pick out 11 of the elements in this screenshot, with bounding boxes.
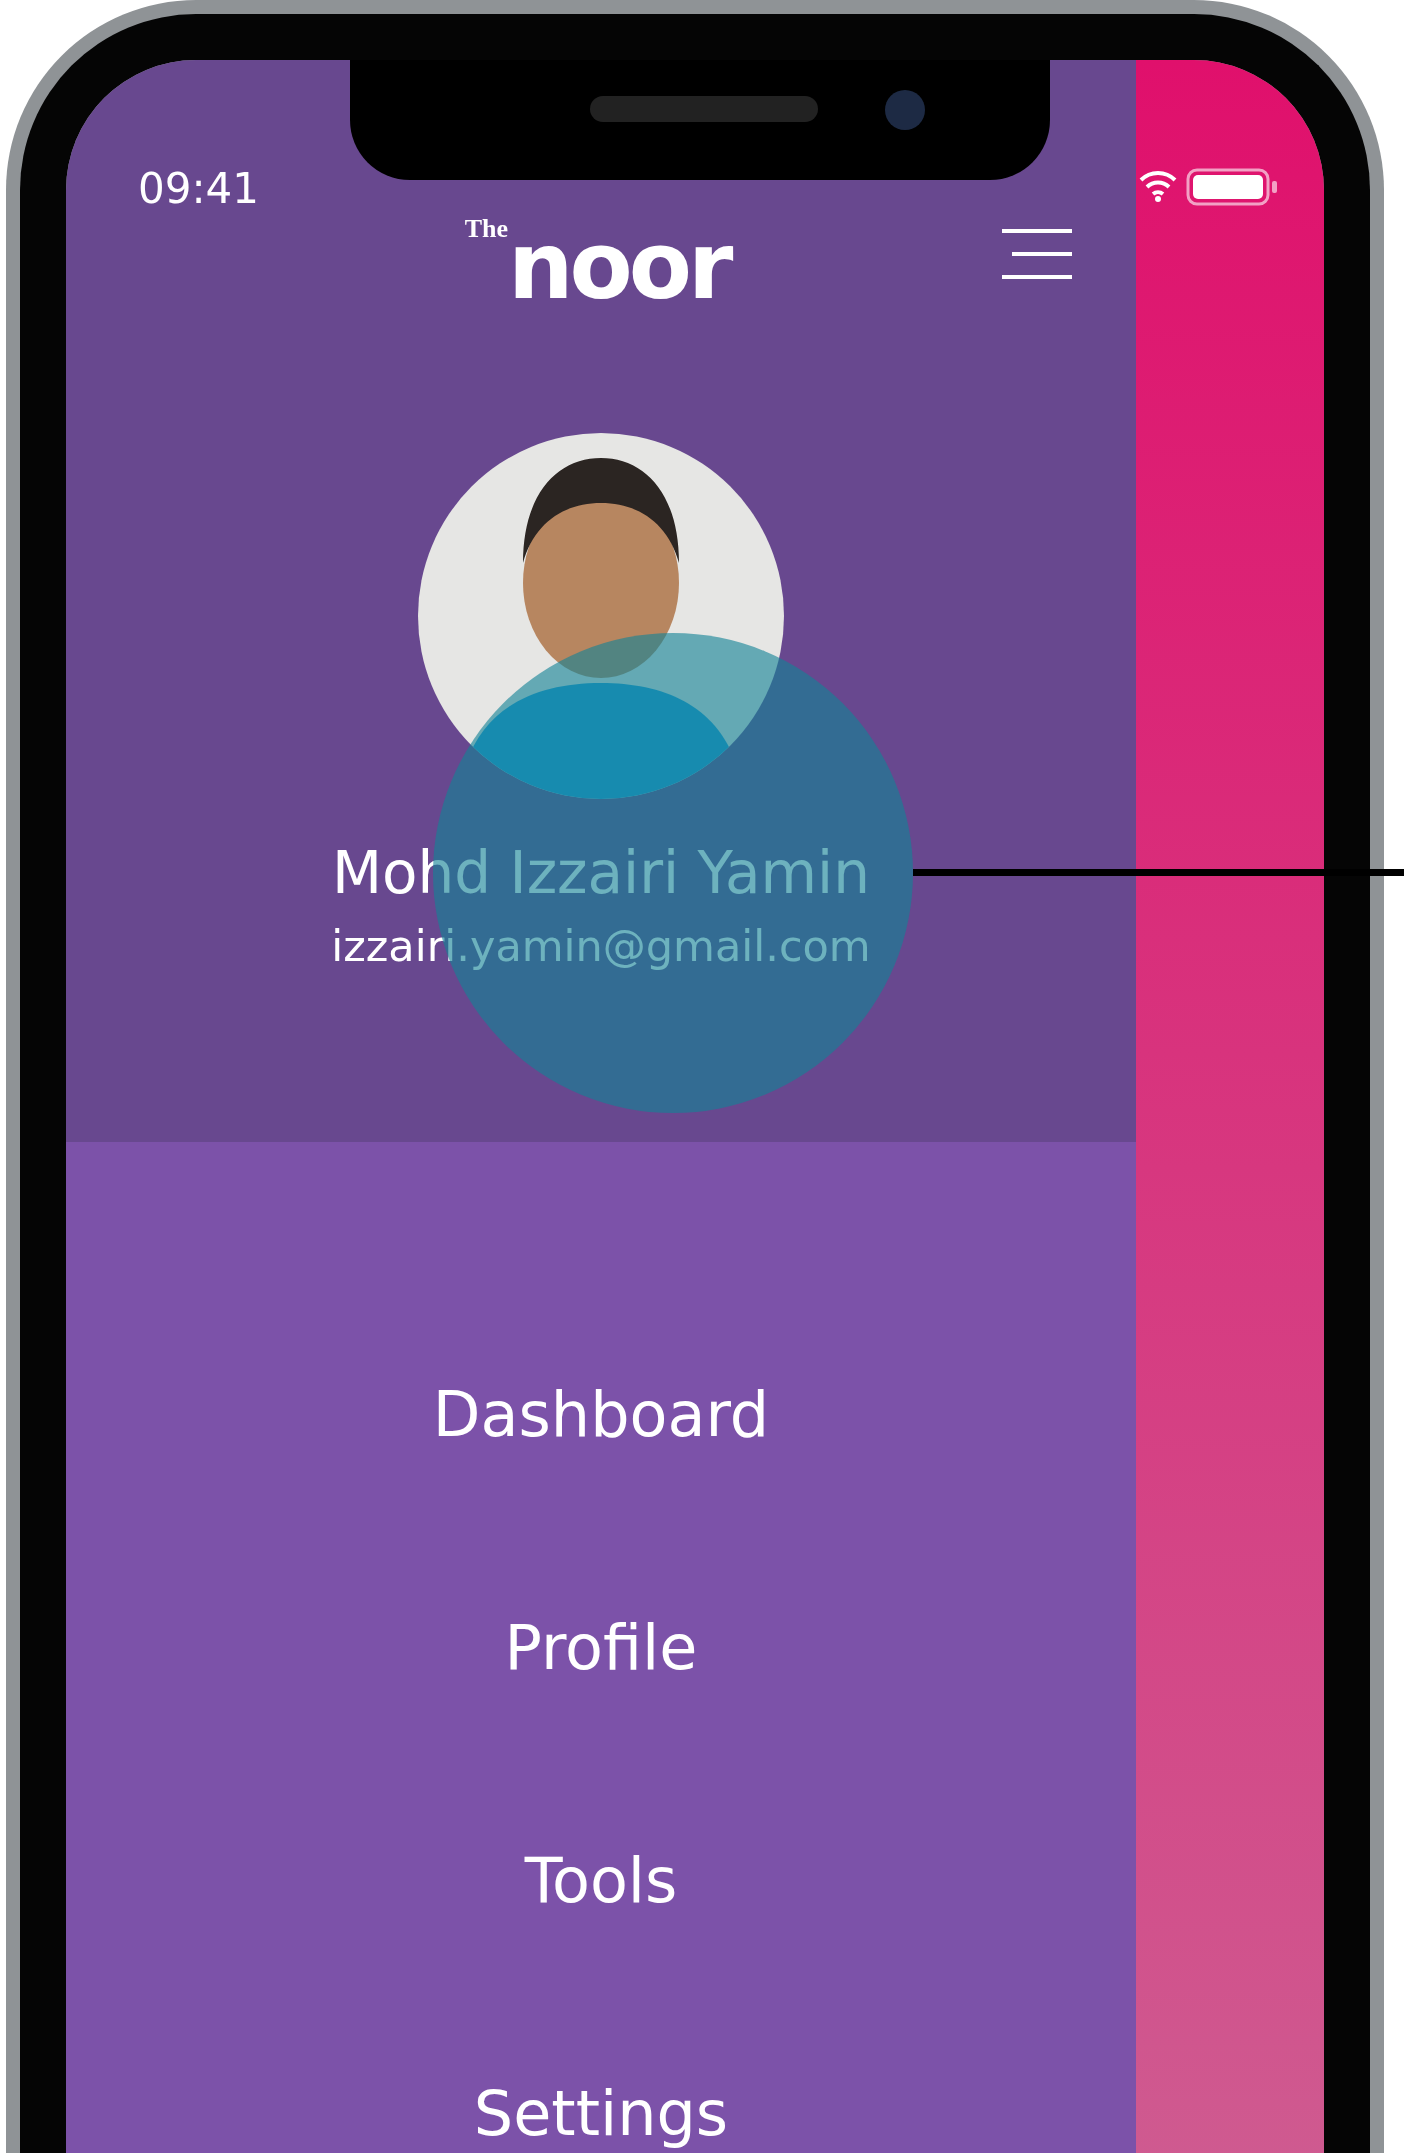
battery-icon [1186,168,1278,206]
profile-name: Mohd Izzairi Yamin [332,838,870,907]
menu-icon [1000,228,1074,280]
status-time: 09:41 [138,164,260,213]
menu-button[interactable] [1000,228,1074,280]
wifi-icon [1138,168,1178,202]
menu-item[interactable]: Settings [473,2076,729,2151]
menu-item[interactable]: Tools [524,1843,678,1918]
menu-item[interactable]: Profile [504,1610,698,1685]
menu-item[interactable]: Dashboard [432,1377,770,1452]
profile-email: izzairi.yamin@gmail.com [331,920,871,971]
